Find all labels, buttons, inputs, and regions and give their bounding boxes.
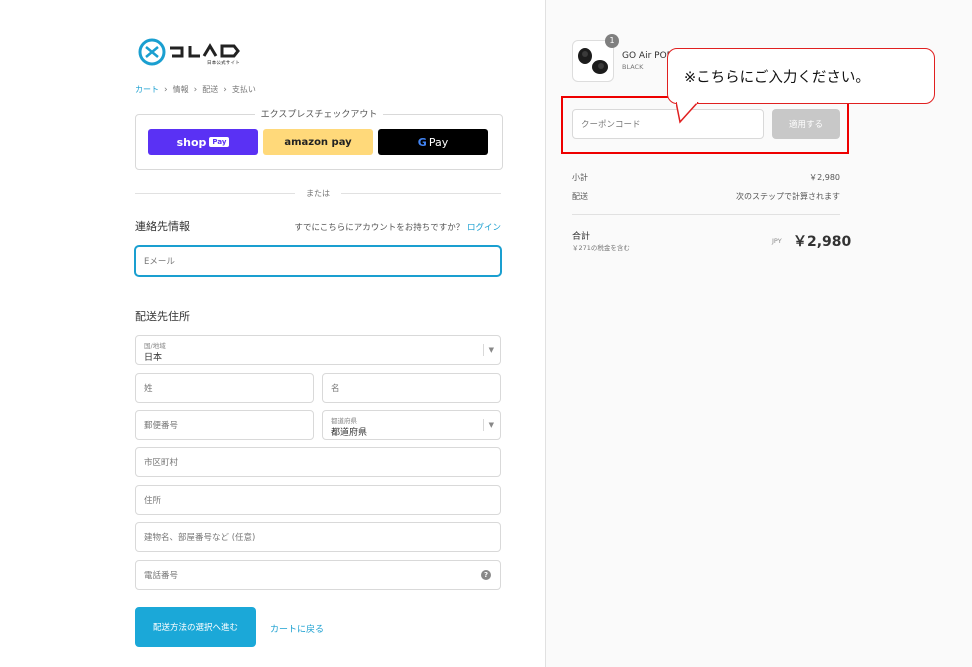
shop-pay-button[interactable]: shop Pay xyxy=(148,129,258,155)
shipping-label: 配送 xyxy=(572,192,588,201)
shipping-heading: 配送先住所 xyxy=(135,310,190,323)
callout-text: ※こちらにご入力ください。 xyxy=(684,70,870,86)
email-field[interactable]: Eメール xyxy=(135,246,501,276)
breadcrumb-cart[interactable]: カート xyxy=(135,84,159,95)
chevron-down-icon: ▼ xyxy=(482,344,494,356)
total-label: 合計 xyxy=(572,232,591,242)
google-pay-button[interactable]: G Pay xyxy=(378,129,488,155)
jlab-logo[interactable] xyxy=(138,38,258,70)
postal-code-field[interactable]: 郵便番号 xyxy=(135,410,314,440)
subtotal-label: 小計 xyxy=(572,173,588,182)
account-prompt: すでにこちらにアカウントをお持ちですか？ ログイン xyxy=(294,223,501,233)
prefecture-select[interactable]: 都道府県 都道府県 ▼ xyxy=(322,410,501,440)
logo-subtitle: 日本公式サイト xyxy=(207,61,240,66)
chevron-right-icon: › xyxy=(223,84,227,95)
express-checkout: エクスプレスチェックアウト shop Pay amazon pay G Pay xyxy=(135,110,503,170)
express-title: エクスプレスチェックアウト xyxy=(254,110,384,120)
amazon-pay-button[interactable]: amazon pay xyxy=(263,129,373,155)
total-value: ￥2,980 xyxy=(793,234,852,250)
apply-coupon-button[interactable]: 適用する xyxy=(772,109,840,139)
city-field[interactable]: 市区町村 xyxy=(135,447,501,477)
coupon-code-field[interactable]: クーポンコード xyxy=(572,109,764,139)
quantity-badge: 1 xyxy=(605,34,619,48)
chevron-right-icon: › xyxy=(164,84,168,95)
callout-tail xyxy=(676,102,699,124)
address-field[interactable]: 住所 xyxy=(135,485,501,515)
phone-field[interactable]: 電話番号 ? xyxy=(135,560,501,590)
product-variant: BLACK xyxy=(622,63,644,71)
breadcrumb-shipping: 配送 xyxy=(202,85,219,94)
breadcrumb: カート › 情報 › 配送 › 支払い xyxy=(135,84,256,95)
first-name-field[interactable]: 名 xyxy=(322,373,501,403)
product-name: GO Air POP xyxy=(622,51,673,61)
help-icon[interactable]: ? xyxy=(481,570,491,580)
shipping-value: 次のステップで計算されます xyxy=(736,192,840,201)
continue-to-shipping-button[interactable]: 配送方法の選択へ進む xyxy=(135,607,256,647)
breadcrumb-info: 情報 xyxy=(172,85,189,94)
tax-note: ￥271の税金を含む xyxy=(572,244,630,252)
back-to-cart-link[interactable]: カートに戻る xyxy=(270,622,324,635)
login-link[interactable]: ログイン xyxy=(467,223,501,233)
checkout-form-panel: 日本公式サイト カート › 情報 › 配送 › 支払い エクスプレスチェックアウ… xyxy=(0,0,545,667)
currency-code: JPY xyxy=(772,237,782,245)
or-divider: または xyxy=(135,187,501,199)
chevron-down-icon: ▼ xyxy=(482,419,494,431)
subtotal-value: ￥2,980 xyxy=(809,173,840,182)
contact-heading: 連絡先情報 xyxy=(135,220,190,233)
google-g-icon: G xyxy=(417,135,427,149)
building-field[interactable]: 建物名、部屋番号など (任意) xyxy=(135,522,501,552)
breadcrumb-payment: 支払い xyxy=(231,85,256,94)
chevron-right-icon: › xyxy=(193,84,198,95)
last-name-field[interactable]: 姓 xyxy=(135,373,314,403)
country-select[interactable]: 国/地域 日本 ▼ xyxy=(135,335,501,365)
